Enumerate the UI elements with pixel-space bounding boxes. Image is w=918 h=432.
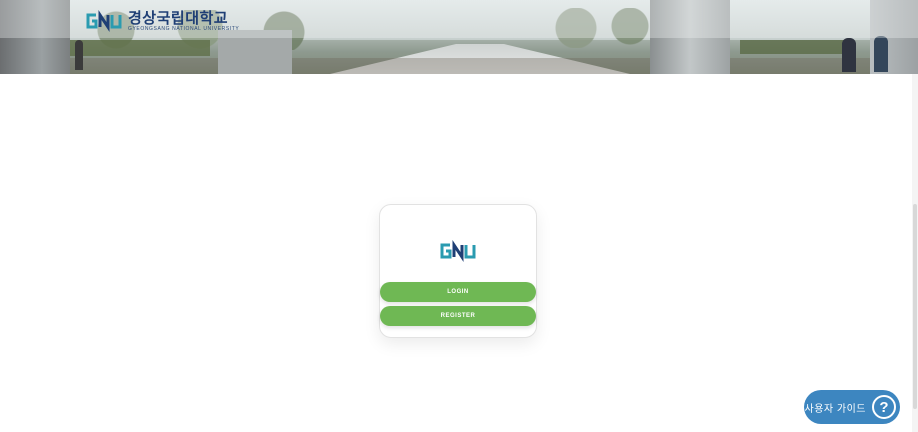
campus-banner: 경상국립대학교 GYEONGSANG NATIONAL UNIVERSITY [0,0,918,74]
banner-pedestrian [842,38,856,72]
gnu-logo-icon [86,10,122,32]
page-scrollbar[interactable] [912,74,918,432]
user-guide-button[interactable]: 사용자 가이드 ? [804,390,900,424]
university-logo[interactable]: 경상국립대학교 GYEONGSANG NATIONAL UNIVERSITY [84,10,239,32]
register-button[interactable]: REGISTER [380,306,536,326]
university-name-korean: 경상국립대학교 [128,9,229,27]
login-button[interactable]: LOGIN [380,282,536,302]
banner-pedestrian [874,36,888,72]
user-guide-label: 사용자 가이드 [804,403,866,415]
question-circle-icon: ? [872,395,896,419]
university-name: 경상국립대학교 GYEONGSANG NATIONAL UNIVERSITY [128,10,239,32]
university-name-english: GYEONGSANG NATIONAL UNIVERSITY [128,26,240,32]
login-card: LOGIN REGISTER [379,204,537,338]
banner-ground [0,58,918,74]
scrollbar-thumb[interactable] [913,204,917,409]
banner-hedge-right [740,40,850,54]
gnu-logo-icon [440,240,476,262]
banner-pedestrian [75,40,83,70]
